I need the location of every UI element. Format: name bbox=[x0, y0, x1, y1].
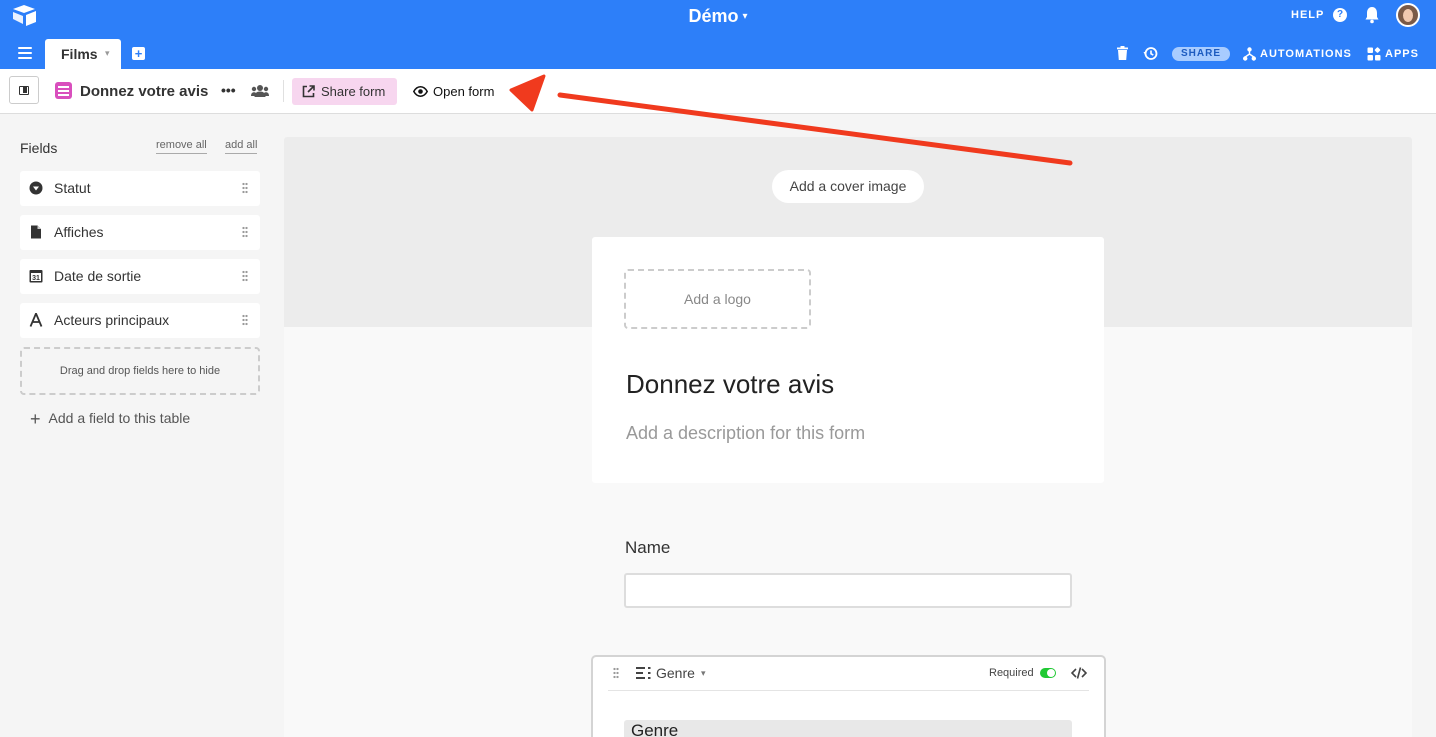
eye-icon bbox=[413, 86, 428, 97]
open-form-button[interactable]: Open form bbox=[405, 78, 494, 105]
add-table-plus-icon[interactable]: + bbox=[132, 47, 145, 60]
app-topbar: Démo ▾ HELP ? Films ▾ + SHARE AUTOMATIONS bbox=[0, 0, 1436, 69]
share-form-button[interactable]: Share form bbox=[292, 78, 397, 105]
code-embed-icon[interactable] bbox=[1071, 666, 1087, 680]
form-view-icon bbox=[55, 82, 72, 99]
form-description-placeholder[interactable]: Add a description for this form bbox=[626, 423, 865, 444]
help-link[interactable]: HELP bbox=[1291, 9, 1324, 21]
share-button[interactable]: SHARE bbox=[1172, 47, 1230, 61]
automations-icon bbox=[1243, 47, 1256, 61]
apps-icon bbox=[1367, 47, 1381, 61]
notifications-bell-icon[interactable] bbox=[1364, 6, 1380, 24]
add-all-link[interactable]: add all bbox=[225, 139, 258, 154]
fields-panel-title: Fields bbox=[20, 140, 58, 156]
attachment-icon bbox=[31, 225, 41, 239]
genre-field-label[interactable]: Genre bbox=[624, 720, 1072, 737]
apps-label: APPS bbox=[1385, 48, 1419, 60]
hamburger-menu-icon[interactable] bbox=[18, 47, 32, 59]
toolbar-divider bbox=[283, 80, 284, 102]
add-field-button[interactable]: + Add a field to this table bbox=[30, 409, 190, 430]
field-item-date-de-sortie[interactable]: 31 Date de sortie bbox=[20, 259, 260, 294]
add-logo-button[interactable]: Add a logo bbox=[624, 269, 811, 329]
single-select-icon bbox=[29, 181, 43, 195]
history-clock-icon[interactable] bbox=[1143, 46, 1158, 61]
automations-button[interactable]: AUTOMATIONS bbox=[1243, 46, 1352, 62]
base-title: Démo ▾ bbox=[0, 6, 1436, 27]
base-menu-chevron-icon[interactable]: ▾ bbox=[742, 11, 747, 22]
base-name[interactable]: Démo bbox=[688, 6, 738, 26]
drag-handle-icon[interactable] bbox=[613, 667, 619, 679]
view-toolbar: Donnez votre avis ••• Share form Open fo… bbox=[0, 69, 1436, 114]
trash-icon[interactable] bbox=[1117, 46, 1128, 60]
field-item-acteurs-principaux[interactable]: Acteurs principaux bbox=[20, 303, 260, 338]
multiple-select-icon bbox=[636, 667, 651, 679]
apps-button[interactable]: APPS bbox=[1367, 46, 1419, 62]
tab-chevron-down-icon[interactable]: ▾ bbox=[105, 48, 110, 59]
drag-handle-icon[interactable] bbox=[242, 226, 248, 238]
drag-handle-icon[interactable] bbox=[242, 182, 248, 194]
name-field-label: Name bbox=[625, 538, 671, 557]
field-label: Statut bbox=[54, 180, 91, 196]
plus-icon: + bbox=[30, 409, 41, 429]
form-title[interactable]: Donnez votre avis bbox=[626, 369, 834, 400]
field-label: Affiches bbox=[54, 224, 104, 240]
required-label: Required bbox=[989, 667, 1034, 679]
remove-all-link[interactable]: remove all bbox=[156, 139, 207, 154]
field-type-chevron-down-icon[interactable]: ▾ bbox=[701, 668, 706, 679]
add-field-label: Add a field to this table bbox=[48, 410, 191, 426]
calendar-icon: 31 bbox=[29, 270, 43, 283]
airtable-logo-icon[interactable] bbox=[12, 4, 38, 26]
hidden-fields-drop-zone[interactable]: Drag and drop fields here to hide bbox=[20, 347, 260, 395]
view-name[interactable]: Donnez votre avis bbox=[80, 83, 208, 100]
field-label: Date de sortie bbox=[54, 268, 142, 284]
automations-label: AUTOMATIONS bbox=[1260, 48, 1352, 60]
card-divider bbox=[608, 690, 1089, 691]
text-icon bbox=[29, 313, 43, 327]
field-item-statut[interactable]: Statut bbox=[20, 171, 260, 206]
genre-field-name[interactable]: Genre bbox=[656, 665, 695, 681]
share-form-label: Share form bbox=[321, 84, 386, 99]
share-external-icon bbox=[302, 85, 315, 98]
sidebar-panel-icon bbox=[19, 86, 29, 95]
user-avatar[interactable] bbox=[1396, 3, 1420, 27]
sidebar-toggle-button[interactable] bbox=[9, 76, 39, 104]
required-toggle[interactable] bbox=[1040, 668, 1056, 678]
add-cover-image-button[interactable]: Add a cover image bbox=[772, 170, 924, 203]
drag-handle-icon[interactable] bbox=[242, 270, 248, 282]
field-item-affiches[interactable]: Affiches bbox=[20, 215, 260, 250]
field-label: Acteurs principaux bbox=[54, 312, 170, 328]
svg-text:31: 31 bbox=[32, 275, 40, 282]
collaborators-people-icon[interactable] bbox=[251, 84, 269, 98]
open-form-label: Open form bbox=[433, 84, 495, 99]
more-options-icon[interactable]: ••• bbox=[221, 82, 236, 98]
name-input[interactable] bbox=[624, 573, 1072, 608]
tab-label: Films bbox=[61, 46, 98, 62]
drag-handle-icon[interactable] bbox=[242, 314, 248, 326]
tab-films[interactable]: Films ▾ bbox=[45, 39, 121, 69]
help-question-icon[interactable]: ? bbox=[1333, 8, 1347, 22]
